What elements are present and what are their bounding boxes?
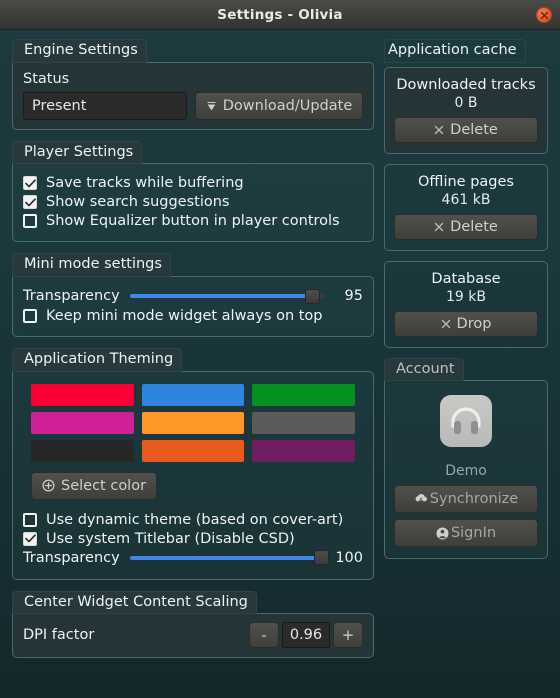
- mini-mode-settings-title: Mini mode settings: [12, 253, 171, 278]
- right-column: Application cache Downloaded tracks 0 B …: [384, 39, 548, 698]
- color-swatch[interactable]: [31, 383, 134, 406]
- player-settings-group: Player Settings Save tracks while buffer…: [12, 140, 374, 243]
- cache-card-size: 461 kB: [441, 191, 491, 208]
- slider-handle[interactable]: [304, 288, 320, 304]
- checkbox-use-system-titlebar[interactable]: Use system Titlebar (Disable CSD): [23, 531, 363, 547]
- mini-mode-transparency-row: Transparency 95: [23, 288, 363, 304]
- theming-transparency-label: Transparency: [23, 549, 120, 566]
- engine-settings-group: Engine Settings Status Present Download/…: [12, 39, 374, 130]
- x-icon: [434, 125, 444, 135]
- application-cache-group: Application cache: [384, 39, 548, 63]
- checkbox-label: Save tracks while buffering: [46, 175, 244, 192]
- plus-circle-icon: [42, 479, 55, 492]
- cache-card-size: 19 kB: [446, 288, 486, 305]
- dpi-decrement-button[interactable]: -: [249, 622, 279, 649]
- signin-label: SignIn: [450, 525, 497, 542]
- account-name: Demo: [445, 463, 487, 480]
- checkbox-label: Show search suggestions: [46, 194, 230, 211]
- checkbox-label: Use system Titlebar (Disable CSD): [46, 530, 295, 547]
- cache-card-title: Offline pages: [418, 173, 514, 190]
- download-update-label: Download/Update: [222, 97, 353, 114]
- dpi-increment-button[interactable]: +: [333, 622, 363, 649]
- checkbox-label: Keep mini mode widget always on top: [46, 308, 323, 325]
- engine-settings-title: Engine Settings: [12, 39, 147, 63]
- headphones-avatar-icon: [440, 395, 492, 448]
- settings-window: Settings - Olivia Engine Settings Status…: [0, 0, 560, 698]
- account-title: Account: [384, 357, 464, 382]
- mini-mode-transparency-value: 95: [344, 288, 363, 305]
- color-swatch[interactable]: [252, 383, 355, 406]
- color-swatch[interactable]: [141, 439, 245, 462]
- application-theming-title: Application Theming: [12, 348, 183, 372]
- signin-button[interactable]: SignIn: [394, 519, 538, 548]
- checkbox-label: Show Equalizer button in player controls: [46, 213, 340, 230]
- window-titlebar: Settings - Olivia: [0, 0, 560, 30]
- player-settings-title: Player Settings: [12, 140, 143, 165]
- center-widget-scaling-title: Center Widget Content Scaling: [12, 590, 257, 615]
- cache-card-button-label: Delete: [450, 121, 498, 138]
- color-swatch[interactable]: [252, 439, 355, 462]
- checkbox-checked-icon: [23, 195, 37, 210]
- close-icon[interactable]: [536, 7, 552, 23]
- theming-transparency-slider[interactable]: [129, 550, 329, 566]
- x-icon: [434, 222, 444, 232]
- delete-offline-pages-button[interactable]: Delete: [394, 213, 538, 240]
- color-swatch[interactable]: [31, 439, 134, 462]
- cache-card-downloaded-tracks: Downloaded tracks 0 B Delete: [384, 66, 548, 154]
- synchronize-button[interactable]: Synchronize: [394, 485, 538, 514]
- slider-fill: [129, 555, 321, 560]
- cache-card-database: Database 19 kB Drop: [384, 260, 548, 348]
- cache-card-title: Database: [431, 270, 501, 287]
- theming-transparency-row: Transparency 100: [23, 550, 363, 566]
- synchronize-label: Synchronize: [429, 491, 519, 508]
- checkbox-unchecked-icon: [23, 214, 37, 229]
- download-arrow-icon: [206, 100, 217, 112]
- mini-mode-settings-group: Mini mode settings Transparency 95 Keep …: [12, 253, 374, 338]
- checkbox-label: Use dynamic theme (based on cover-art): [46, 511, 344, 528]
- application-theming-group: Application Theming Select color Use dyn…: [12, 348, 374, 580]
- dpi-factor-value[interactable]: 0.96: [282, 622, 330, 649]
- delete-downloaded-tracks-button[interactable]: Delete: [394, 116, 538, 143]
- application-cache-title: Application cache: [384, 39, 526, 63]
- checkbox-use-dynamic-theme[interactable]: Use dynamic theme (based on cover-art): [23, 512, 363, 528]
- checkbox-unchecked-icon: [23, 309, 37, 324]
- color-swatch[interactable]: [31, 411, 134, 434]
- slider-handle[interactable]: [314, 550, 329, 566]
- dpi-factor-label: DPI factor: [23, 627, 95, 644]
- cache-card-button-label: Delete: [450, 218, 498, 235]
- slider-fill: [129, 294, 312, 299]
- color-swatch[interactable]: [141, 411, 245, 434]
- cache-card-offline-pages: Offline pages 461 kB Delete: [384, 163, 548, 251]
- status-value-field[interactable]: Present: [23, 91, 187, 120]
- checkbox-show-equalizer-button[interactable]: Show Equalizer button in player controls: [23, 213, 363, 229]
- color-swatch-grid: [31, 383, 355, 462]
- left-column: Engine Settings Status Present Download/…: [12, 39, 374, 698]
- cloud-download-icon: [414, 493, 428, 505]
- mini-mode-transparency-label: Transparency: [23, 288, 120, 305]
- select-color-button[interactable]: Select color: [31, 471, 158, 500]
- center-widget-scaling-group: Center Widget Content Scaling DPI factor…: [12, 590, 374, 659]
- checkbox-checked-icon: [23, 176, 37, 191]
- settings-content: Engine Settings Status Present Download/…: [0, 30, 560, 698]
- checkbox-checked-icon: [23, 531, 37, 546]
- mini-mode-transparency-slider[interactable]: [129, 288, 325, 304]
- theming-transparency-value: 100: [335, 549, 363, 566]
- download-update-button[interactable]: Download/Update: [195, 91, 363, 120]
- checkbox-show-search-suggestions[interactable]: Show search suggestions: [23, 194, 363, 210]
- checkbox-keep-mini-mode-on-top[interactable]: Keep mini mode widget always on top: [23, 308, 363, 324]
- account-group: Account Demo Synchronize SignIn: [384, 357, 548, 560]
- cache-card-title: Downloaded tracks: [396, 76, 536, 93]
- cache-card-size: 0 B: [454, 94, 478, 111]
- x-icon: [441, 319, 451, 329]
- color-swatch[interactable]: [252, 411, 355, 434]
- checkbox-unchecked-icon: [23, 512, 37, 527]
- status-label: Status: [23, 70, 70, 87]
- checkbox-save-tracks-while-buffering[interactable]: Save tracks while buffering: [23, 175, 363, 191]
- window-title: Settings - Olivia: [217, 6, 343, 23]
- cache-card-button-label: Drop: [456, 315, 492, 332]
- person-circle-icon: [436, 527, 449, 540]
- select-color-label: Select color: [61, 477, 147, 494]
- drop-database-button[interactable]: Drop: [394, 310, 538, 337]
- color-swatch[interactable]: [141, 383, 245, 406]
